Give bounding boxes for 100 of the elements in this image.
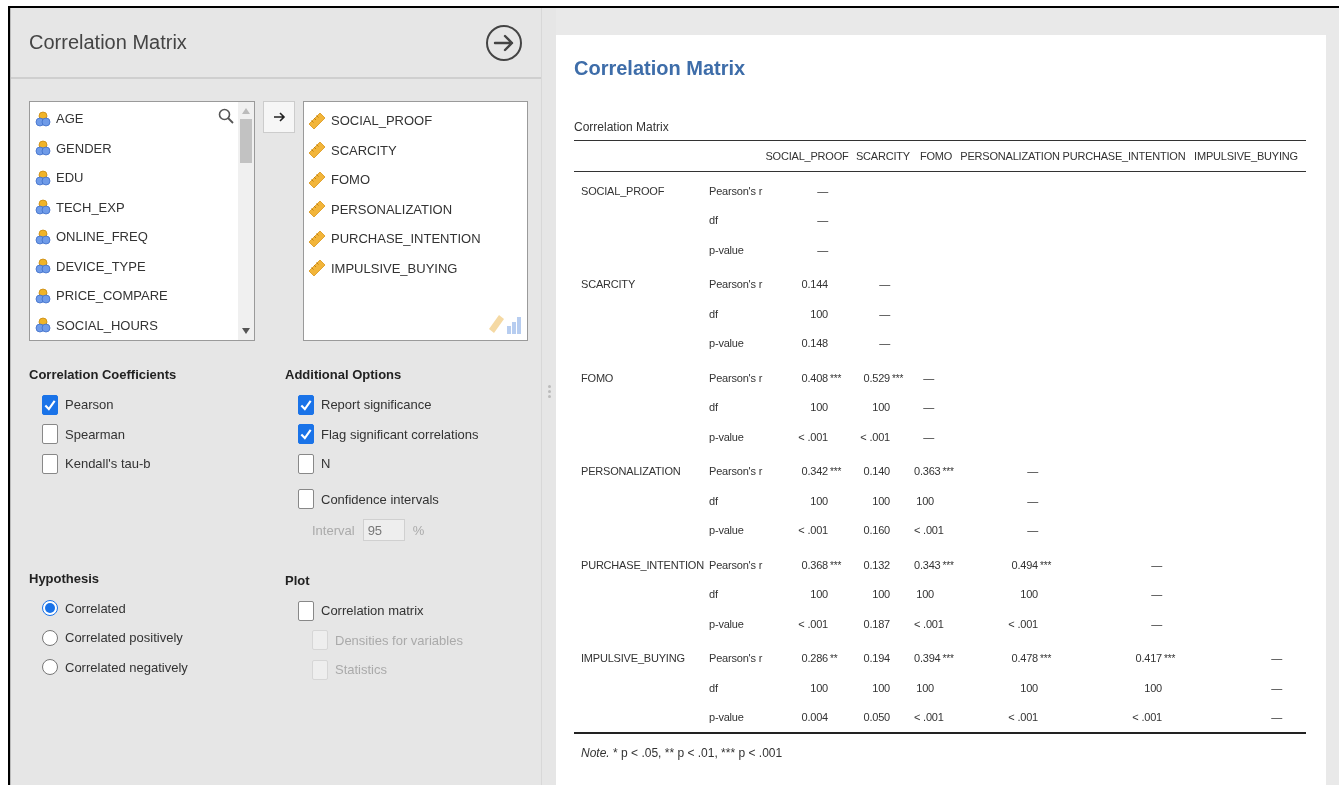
statistic-label: df	[709, 681, 718, 694]
variable-item[interactable]: ONLINE_FREQ	[30, 222, 214, 252]
statistic-label: df	[709, 494, 718, 507]
significance-label: ***	[942, 653, 954, 665]
table-cell: 0.408	[801, 371, 828, 384]
checkbox-label: Correlation matrix	[321, 603, 424, 619]
ruler-icon	[308, 111, 326, 130]
table-cell: 100	[810, 307, 828, 320]
checkbox-label: Flag significant correlations	[321, 426, 479, 442]
variable-item[interactable]: IMPULSIVE_BUYING	[304, 253, 527, 283]
variable-item[interactable]: TECH_EXP	[30, 192, 214, 222]
checkbox[interactable]	[298, 453, 314, 474]
section-heading: Additional Options	[285, 367, 403, 382]
ruler-icon	[308, 200, 326, 219]
table-cell: —	[1151, 588, 1162, 601]
table-cell: 0.160	[863, 524, 890, 537]
section-heading: Hypothesis	[29, 570, 101, 586]
results-title: Correlation Matrix	[574, 57, 747, 80]
significance-label: ***	[942, 559, 954, 571]
significance-label: ***	[942, 466, 954, 478]
statistic-label: Pearson's r	[709, 371, 763, 384]
section-heading: Correlation Coefficients	[29, 367, 178, 382]
statistic-label: p-value	[709, 243, 744, 256]
checkbox[interactable]	[298, 424, 314, 445]
table-cell: 100	[916, 494, 934, 507]
column-header: PERSONALIZATION	[960, 150, 1060, 162]
percent-unit: %	[412, 522, 425, 538]
table-cell: —	[1027, 524, 1038, 537]
variable-item[interactable]: SOCIAL_PROOF	[304, 106, 527, 136]
checkbox[interactable]	[42, 453, 58, 474]
checkbox[interactable]	[298, 394, 314, 415]
checkbox-label: Report significance	[321, 397, 432, 413]
checkbox[interactable]	[298, 600, 314, 621]
table-cell: 0.417	[1135, 652, 1162, 665]
checkbox-label: Pearson	[65, 397, 114, 413]
table-cell: 0.529	[863, 371, 890, 384]
row-header: PERSONALIZATION	[581, 465, 681, 478]
variable-item[interactable]: PERSONALIZATION	[304, 194, 527, 224]
arrow-circle-button[interactable]	[485, 23, 523, 62]
nominal-variable-icon	[35, 110, 51, 127]
nominal-variable-icon	[35, 199, 51, 216]
nominal-variable-icon	[35, 169, 51, 186]
search-icon[interactable]	[218, 108, 234, 124]
table-caption: Correlation Matrix	[574, 120, 670, 134]
column-header: FOMO	[919, 150, 953, 162]
statistic-label: df	[709, 401, 718, 414]
table-cell: —	[879, 307, 890, 320]
statistic-label: df	[709, 588, 718, 601]
variable-item[interactable]: GENDER	[30, 133, 214, 163]
row-header: SOCIAL_PROOF	[581, 184, 665, 197]
variable-item[interactable]: AGE	[30, 104, 214, 134]
checkbox[interactable]	[42, 424, 58, 445]
variable-item[interactable]: PRICE_COMPARE	[30, 281, 214, 311]
table-cell: —	[1151, 617, 1162, 630]
checkbox[interactable]	[298, 489, 314, 510]
table-cell: 0.342	[801, 465, 828, 478]
variable-item[interactable]: EDU	[30, 163, 214, 193]
table-cell: —	[1271, 711, 1282, 724]
statistic-label: Pearson's r	[709, 558, 763, 571]
scrollbar[interactable]	[238, 102, 254, 340]
nominal-variable-icon	[35, 228, 51, 245]
significance-label: ***	[830, 372, 842, 384]
variable-item[interactable]: SOCIAL_HOURS	[30, 310, 214, 340]
scroll-down-icon[interactable]	[242, 328, 250, 334]
table-cell: 100	[810, 401, 828, 414]
move-arrow-button[interactable]	[263, 101, 295, 133]
statistic-label: df	[709, 307, 718, 320]
radio-button[interactable]	[42, 659, 58, 676]
checkbox-label: Statistics	[335, 662, 387, 678]
table-cell: 100	[916, 588, 934, 601]
row-header: FOMO	[581, 371, 614, 384]
variable-item[interactable]: SCARCITY	[304, 135, 527, 165]
table-cell: —	[923, 371, 934, 384]
nominal-variable-icon	[35, 287, 51, 304]
statistic-label: df	[709, 214, 718, 227]
checkbox[interactable]	[42, 394, 58, 415]
table-cell: 100	[1144, 681, 1162, 694]
table-note: Note. * p < .05, ** p < .01, *** p < .001	[580, 746, 784, 760]
radio-button[interactable]	[42, 629, 58, 646]
table-cell: 0.343	[914, 558, 941, 571]
statistic-label: Pearson's r	[709, 652, 763, 665]
statistic-label: p-value	[709, 337, 744, 350]
scrollbar-thumb[interactable]	[240, 119, 252, 163]
table-cell: 0.144	[801, 278, 828, 291]
variable-item[interactable]: FOMO	[304, 165, 527, 195]
statistic-label: Pearson's r	[709, 278, 763, 291]
radio-button[interactable]	[42, 600, 58, 617]
table-cell: 100	[1020, 681, 1038, 694]
variable-item[interactable]: DEVICE_TYPE	[30, 251, 214, 281]
table-cell: < .001	[798, 617, 828, 630]
statistic-label: Pearson's r	[709, 184, 763, 197]
column-header: PURCHASE_INTENTION	[1062, 150, 1186, 162]
significance-label: ***	[1040, 559, 1052, 571]
variable-types-icon	[487, 314, 523, 334]
statistic-label: p-value	[709, 524, 744, 537]
table-cell: < .001	[1008, 711, 1038, 724]
checkmark-icon	[299, 427, 313, 442]
table-cell: —	[1151, 558, 1162, 571]
table-cell: 0.140	[863, 465, 890, 478]
variable-item[interactable]: PURCHASE_INTENTION	[304, 224, 527, 254]
